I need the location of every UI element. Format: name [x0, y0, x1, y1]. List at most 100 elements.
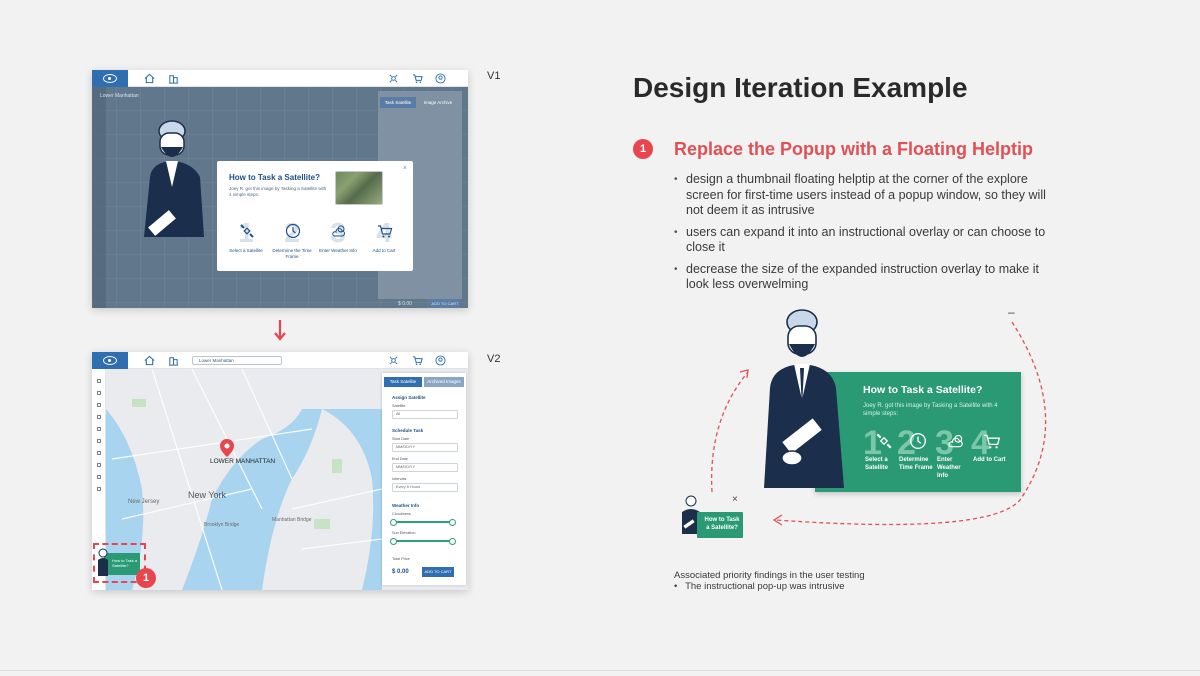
user-icon[interactable] — [435, 355, 446, 366]
satellite-icon — [240, 224, 254, 238]
user-icon[interactable] — [435, 73, 446, 84]
map-label-lower-manhattan: LOWER MANHATTAN — [210, 458, 276, 465]
satellite-nav-icon[interactable] — [388, 73, 399, 84]
tool-icon[interactable] — [97, 451, 101, 455]
list-item: decrease the size of the expanded instru… — [674, 262, 1056, 293]
add-to-cart-button[interactable]: ADD TO CART — [430, 299, 460, 308]
thumbnail-helptip[interactable]: How to Task a Satellite? — [697, 512, 743, 538]
satellite-select[interactable]: All — [392, 410, 458, 419]
assign-satellite-heading: Assign Satellite — [392, 395, 426, 400]
close-icon[interactable]: × — [732, 494, 738, 505]
tool-icon[interactable] — [97, 439, 101, 443]
step-2: 2 Determine Time Frame — [897, 426, 937, 471]
findings-item: • The instructional pop-up was intrusive — [674, 581, 845, 592]
step-label: Enter Weather Info — [319, 248, 357, 253]
cart-icon — [984, 434, 1001, 449]
mini-helptip[interactable]: How to Task a Satellite? — [104, 553, 140, 575]
mascot-illustration — [764, 309, 844, 488]
v1-screenshot: Lower Manhattan Task Satellite Image Arc… — [92, 70, 468, 308]
navbar: Lower Manhattan — [92, 352, 468, 369]
findings-item-text: The instructional pop-up was intrusive — [685, 581, 845, 592]
satellite-image-thumbnail — [335, 171, 383, 205]
tool-icon[interactable] — [97, 415, 101, 419]
step-2: 2 Determine the Time Frame — [269, 219, 315, 259]
tool-icon[interactable] — [97, 427, 101, 431]
step-label: Add to Cart — [372, 248, 396, 253]
cart-icon[interactable] — [412, 73, 423, 84]
building-icon[interactable] — [168, 73, 179, 84]
close-icon[interactable]: × — [403, 165, 407, 172]
popup-steps: 1 Select a Satellite 2 Determine the Tim… — [223, 219, 407, 259]
navbar — [92, 70, 468, 87]
step-badge: 1 — [136, 568, 156, 588]
instruction-popup: How to Task a Satellite? Joey R. got thi… — [217, 161, 413, 271]
tool-sidebar — [92, 87, 106, 308]
map-label-new-york: New York — [188, 490, 227, 500]
step-label: Add to Cart — [973, 457, 1006, 463]
home-icon[interactable] — [144, 355, 155, 366]
version-label-v1: V1 — [487, 70, 501, 82]
v2-screenshot: Lower Manhattan LOWER MANHATTAN New York… — [92, 352, 468, 590]
step-1: 1 Select a Satellite — [223, 219, 269, 254]
map-label-new-jersey: New Jersey — [128, 499, 160, 505]
version-label-v2: V2 — [487, 353, 501, 365]
tool-icon[interactable] — [97, 487, 101, 491]
clock-icon — [285, 223, 301, 239]
total-price: $ 0.00 — [392, 569, 409, 575]
tab-image-archive[interactable]: Image Archive — [418, 97, 458, 108]
tool-icon[interactable] — [97, 391, 101, 395]
tool-icon[interactable] — [97, 379, 101, 383]
sun-elevation-label: Sun Elevation — [392, 531, 416, 535]
weather-icon — [332, 225, 345, 237]
intervals-select[interactable]: Every 8 Hours — [392, 483, 458, 492]
add-to-cart-button[interactable]: ADD TO CART — [422, 567, 454, 577]
price-text: $ 0.00 — [398, 301, 412, 307]
tab-archived-images[interactable]: Archived Images — [424, 377, 464, 387]
eye-icon — [103, 356, 117, 365]
tab-task-satellite[interactable]: Task Satellite — [384, 377, 422, 387]
schedule-task-heading: Schedule Task — [392, 428, 424, 433]
logo[interactable] — [92, 70, 128, 87]
step-4: 4 Add to Cart — [361, 219, 407, 254]
section-number-badge: 1 — [633, 139, 653, 159]
start-date-input[interactable]: MM/DD/YY — [392, 443, 458, 452]
minimize-icon[interactable]: – — [1008, 305, 1015, 319]
page-title: Design Iteration Example — [633, 72, 968, 103]
total-price-label: Total Price — [392, 557, 410, 561]
v1-explore-screen: Lower Manhattan Task Satellite Image Arc… — [92, 87, 468, 308]
home-icon[interactable] — [144, 73, 155, 84]
list-item: design a thumbnail floating helptip at t… — [674, 172, 1056, 219]
building-icon[interactable] — [168, 355, 179, 366]
tool-icon[interactable] — [97, 463, 101, 467]
thumbnail-helptip-label: How to Task a Satellite? — [704, 517, 740, 531]
tool-icon[interactable] — [97, 403, 101, 407]
cloudiness-label: Cloudiness — [392, 512, 411, 516]
sun-elevation-slider[interactable] — [390, 538, 456, 545]
mini-mascot-illustration — [98, 548, 108, 576]
cart-icon[interactable] — [412, 355, 423, 366]
search-text[interactable]: Lower Manhattan — [100, 93, 139, 99]
step-4: 4 Add to Cart — [971, 426, 1011, 463]
task-panel: Task Satellite Archived Images Assign Sa… — [382, 373, 466, 585]
weather-icon — [948, 434, 963, 448]
tool-icon[interactable] — [97, 475, 101, 479]
cloudiness-slider[interactable] — [390, 519, 456, 526]
satellite-label: Satellite — [392, 404, 406, 408]
step-label: Determine the Time Frame — [272, 248, 312, 259]
popup-title: How to Task a Satellite? — [229, 173, 320, 182]
findings-title: Associated priority findings in the user… — [674, 570, 865, 581]
search-input[interactable]: Lower Manhattan — [192, 356, 282, 365]
helptip-title: How to Task a Satellite? — [863, 384, 983, 396]
clock-icon — [910, 433, 926, 449]
mini-helptip-label: How to Task a Satellite? — [112, 558, 138, 568]
list-item: users can expand it into an instructiona… — [674, 225, 1056, 256]
logo[interactable] — [92, 352, 128, 369]
start-date-label: Start Date — [392, 437, 410, 441]
step-3: 3 Enter Weather Info — [935, 426, 975, 479]
step-label: Select a Satellite — [229, 248, 263, 253]
weather-info-heading: Weather Info — [392, 503, 420, 508]
mascot-illustration — [144, 120, 204, 238]
end-date-input[interactable]: MM/DD/YY — [392, 463, 458, 472]
tab-task-satellite[interactable]: Task Satellite — [380, 97, 416, 108]
satellite-nav-icon[interactable] — [388, 355, 399, 366]
